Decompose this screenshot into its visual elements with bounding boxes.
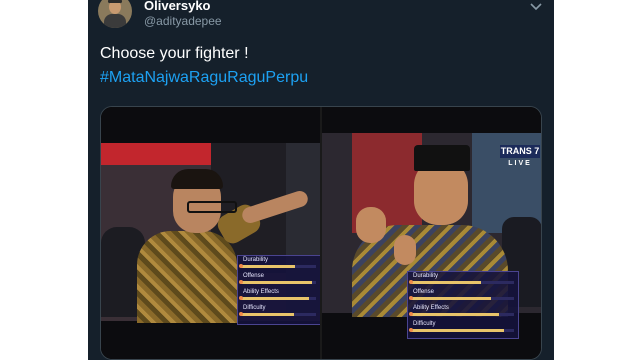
peci-cap xyxy=(414,145,470,171)
stat-label: Offense xyxy=(413,289,434,295)
stat-row: Durability xyxy=(408,272,518,288)
avatar[interactable] xyxy=(98,0,132,28)
stat-bar xyxy=(241,313,316,316)
stat-bar xyxy=(241,297,316,300)
stat-row: Ability Effects xyxy=(408,304,518,320)
stat-dot-icon xyxy=(409,296,413,300)
stat-label: Difficulty xyxy=(413,321,436,327)
avatar-body xyxy=(104,14,126,28)
display-name[interactable]: Oliversyko xyxy=(144,0,211,13)
person-body xyxy=(137,231,237,323)
stat-label: Durability xyxy=(243,257,269,263)
channel-logo-brand: TRANS 7 xyxy=(500,145,540,158)
stat-fill xyxy=(241,313,294,316)
stat-bar xyxy=(411,297,514,300)
stat-label: Durability xyxy=(413,273,439,279)
stat-dot-icon xyxy=(239,264,243,268)
media-panel-right: TRANS 7 LIVE Durability Offense Ability … xyxy=(322,107,541,359)
tweet-media[interactable]: Durability Offense Ability Effects Diffi… xyxy=(100,106,542,360)
stat-dot-icon xyxy=(239,296,243,300)
live-label: LIVE xyxy=(508,160,532,167)
avatar-hat xyxy=(108,0,122,3)
fighter-stats-left: Durability Offense Ability Effects Diffi… xyxy=(237,255,320,325)
stat-bar xyxy=(241,265,316,268)
stat-bar xyxy=(411,329,514,332)
channel-logo: TRANS 7 LIVE xyxy=(500,145,540,167)
chevron-down-icon[interactable] xyxy=(530,0,542,14)
stat-bar xyxy=(411,313,514,316)
stat-label: Offense xyxy=(243,273,264,279)
stat-row: Difficulty xyxy=(408,320,518,336)
stat-label: Difficulty xyxy=(243,305,266,311)
stat-dot-icon xyxy=(409,280,413,284)
fighter-stats-right: Durability Offense Ability Effects Diffi… xyxy=(407,271,519,339)
stat-fill xyxy=(411,297,492,300)
tweet-text: Choose your fighter ! #MataNajwaRaguRagu… xyxy=(100,42,308,90)
stat-label: Ability Effects xyxy=(413,305,449,311)
stat-fill xyxy=(411,329,504,332)
studio-light xyxy=(101,143,211,165)
stat-dot-icon xyxy=(239,312,243,316)
stat-fill xyxy=(411,313,499,316)
hand xyxy=(394,235,416,265)
media-panel-left: Durability Offense Ability Effects Diffi… xyxy=(101,107,320,359)
user-handle[interactable]: @adityadepee xyxy=(144,14,222,28)
stat-dot-icon xyxy=(409,312,413,316)
stat-fill xyxy=(241,281,313,284)
glasses xyxy=(187,201,237,213)
stat-dot-icon xyxy=(409,328,413,332)
tweet-card: Oliversyko @adityadepee Choose your figh… xyxy=(88,0,554,360)
stat-row: Difficulty xyxy=(238,304,320,320)
raised-hand xyxy=(356,207,386,243)
stat-fill xyxy=(241,265,295,268)
stat-row: Offense xyxy=(408,288,518,304)
stat-bar xyxy=(411,281,514,284)
stat-row: Offense xyxy=(238,272,320,288)
stat-dot-icon xyxy=(239,280,243,284)
stat-row: Durability xyxy=(238,256,320,272)
stat-label: Ability Effects xyxy=(243,289,279,295)
stat-fill xyxy=(411,281,482,284)
stat-fill xyxy=(241,297,309,300)
person-hair xyxy=(171,169,223,189)
stat-row: Ability Effects xyxy=(238,288,320,304)
stat-bar xyxy=(241,281,316,284)
hashtag-link[interactable]: #MataNajwaRaguRaguPerpu xyxy=(100,66,308,90)
tweet-text-line: Choose your fighter ! xyxy=(100,45,249,62)
